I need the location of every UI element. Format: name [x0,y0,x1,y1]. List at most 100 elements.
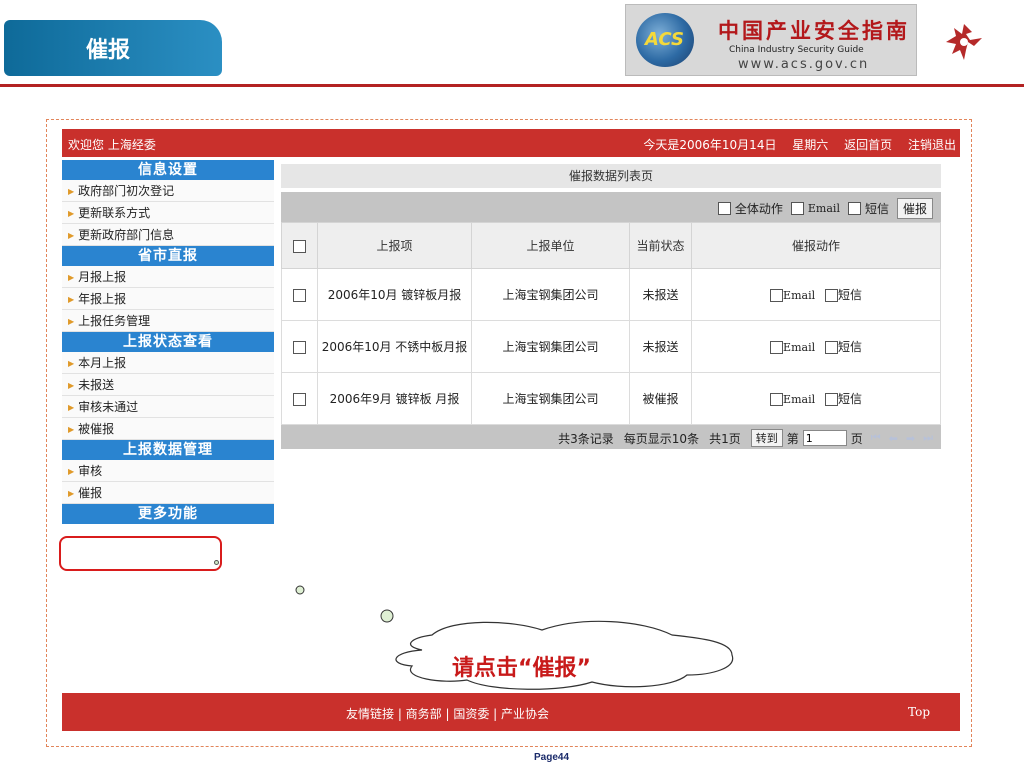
page-prefix: 第 [786,431,799,446]
prev-page-icon[interactable]: ⬅ [889,432,898,445]
row-email-label: Email [783,289,816,302]
sidebar-item-monthly-report[interactable]: ▶ 月报上报 [62,266,274,288]
connector-dot [214,560,219,565]
bulk-sms-checkbox[interactable] [847,202,861,215]
slide-page-number: Page44 [534,752,570,763]
triangle-right-icon: ▶ [68,358,75,368]
urge-list-panel: 催报数据列表页 全体动作 Email 短信 催报 上报项 上报单位 当前状态 催… [281,164,941,449]
row-status: 被催报 [629,372,692,425]
select-all-actions-checkbox[interactable] [717,202,731,215]
first-page-icon[interactable]: ⏮ [871,431,881,445]
col-header-status: 当前状态 [629,222,692,269]
sidebar-section-info-settings: 信息设置 [62,160,274,180]
select-all-rows-checkbox[interactable] [293,239,306,253]
friend-links[interactable]: 友情链接 | 商务部 | 国资委 | 产业协会 [346,705,549,722]
row-status: 未报送 [629,268,692,321]
sidebar: 信息设置 ▶ 政府部门初次登记 ▶ 更新联系方式 ▶ 更新政府部门信息 省市直报 ▶ 月… [62,160,274,524]
total-pages: 共1页 [709,431,741,446]
row-actions: Email 短信 [691,268,941,321]
goto-page-button[interactable]: 转到 [750,429,783,447]
triangle-right-icon: ▶ [68,186,75,196]
row-item: 2006年10月 不锈中板月报 [317,320,472,373]
thought-bubble [295,585,734,690]
logo-en-text: China Industry Security Guide [729,45,864,55]
table-row: 2006年10月 镀锌板月报 上海宝钢集团公司 未报送 Email 短信 [281,268,941,321]
urge-submit-button[interactable]: 催报 [896,198,933,219]
logo-url-text: www.acs.gov.cn [738,57,870,72]
triangle-right-icon: ▶ [68,208,75,218]
triangle-right-icon: ▶ [68,488,75,498]
row-select-checkbox[interactable] [293,392,306,406]
row-email-checkbox[interactable] [770,341,784,354]
row-email-checkbox[interactable] [770,393,784,406]
row-sms-checkbox[interactable] [824,341,838,354]
sidebar-item-update-dept-info[interactable]: ▶ 更新政府部门信息 [62,224,274,246]
total-records: 共3条记录 [558,431,614,446]
page-number-input[interactable] [802,430,847,446]
sidebar-item-urged[interactable]: ▶ 被催报 [62,418,274,440]
sidebar-item-annual-report[interactable]: ▶ 年报上报 [62,288,274,310]
sidebar-section-data-management: 上报数据管理 [62,440,274,460]
logo-badge: ACS [645,29,684,50]
sidebar-item-this-month[interactable]: ▶ 本月上报 [62,352,274,374]
bulk-sms-label: 短信 [864,202,889,216]
last-page-icon[interactable]: ⏭ [923,431,933,445]
pagination-bar: 共3条记录 每页显示10条 共1页 转到 第 页 ⏮ ⬅ ➡ ⏭ [281,425,941,449]
sidebar-item-task-management[interactable]: ▶ 上报任务管理 [62,310,274,332]
globe-icon: ACS [636,13,694,67]
sidebar-section-more[interactable]: 更多功能 [62,504,274,524]
triangle-right-icon: ▶ [68,316,75,326]
col-header-unit: 上报单位 [471,222,630,269]
sidebar-item-first-registration[interactable]: ▶ 政府部门初次登记 [62,180,274,202]
row-select-checkbox[interactable] [293,340,306,354]
brand-emblem-icon [946,24,982,60]
triangle-right-icon: ▶ [68,272,75,282]
next-page-icon[interactable]: ➡ [906,432,915,445]
sidebar-item-not-submitted[interactable]: ▶ 未报送 [62,374,274,396]
row-email-checkbox[interactable] [770,289,784,302]
sidebar-item-rejected[interactable]: ▶ 审核未通过 [62,396,274,418]
home-link[interactable]: 返回首页 [844,138,892,152]
table-row: 2006年9月 镀锌板 月报 上海宝钢集团公司 被催报 Email 短信 [281,372,941,425]
slide-title: 催报 [86,38,131,63]
row-select-checkbox[interactable] [293,288,306,302]
row-sms-checkbox[interactable] [824,393,838,406]
urge-data-table: 上报项 上报单位 当前状态 催报动作 2006年10月 镀锌板月报 上海宝钢集团… [281,222,941,425]
row-email-label: Email [783,393,816,406]
sidebar-section-status-view: 上报状态查看 [62,332,274,352]
table-header-row: 上报项 上报单位 当前状态 催报动作 [281,222,941,269]
sidebar-item-review[interactable]: ▶ 审核 [62,460,274,482]
sidebar-item-update-contact[interactable]: ▶ 更新联系方式 [62,202,274,224]
sidebar-section-direct-report: 省市直报 [62,246,274,266]
triangle-right-icon: ▶ [68,424,75,434]
welcome-text: 欢迎您 上海经委 [68,138,156,152]
weekday-text: 星期六 [792,138,829,152]
logout-link[interactable]: 注销退出 [908,138,956,152]
row-sms-checkbox[interactable] [824,289,838,302]
app-footer: 友情链接 | 商务部 | 国资委 | 产业协会 Top [62,693,960,731]
back-to-top-link[interactable]: Top [908,705,930,719]
row-actions: Email 短信 [691,372,941,425]
row-sms-label: 短信 [837,340,862,354]
bulk-email-label: Email [807,202,840,215]
row-unit: 上海宝钢集团公司 [471,372,630,425]
triangle-right-icon: ▶ [68,402,75,412]
row-item: 2006年9月 镀锌板 月报 [317,372,472,425]
all-actions-label: 全体动作 [734,202,783,216]
page-suffix: 页 [850,431,863,446]
slide-title-banner: 催报 [4,20,222,76]
header-divider [0,84,1024,87]
instruction-callout: 请点击“催报” [452,656,591,681]
sidebar-item-urge[interactable]: ▶ 催报 [62,482,274,504]
per-page-text: 每页显示10条 [623,431,700,446]
row-sms-label: 短信 [837,288,862,302]
triangle-right-icon: ▶ [68,380,75,390]
bulk-action-toolbar: 全体动作 Email 短信 催报 [281,192,941,222]
row-actions: Email 短信 [691,320,941,373]
highlight-urge-item [59,536,222,571]
row-email-label: Email [783,341,816,354]
acs-logo: ACS 中国产业安全指南 China Industry Security Gui… [625,4,917,76]
col-header-item: 上报项 [317,222,472,269]
bulk-email-checkbox[interactable] [790,202,804,215]
date-text: 今天是2006年10月14日 [643,138,777,152]
